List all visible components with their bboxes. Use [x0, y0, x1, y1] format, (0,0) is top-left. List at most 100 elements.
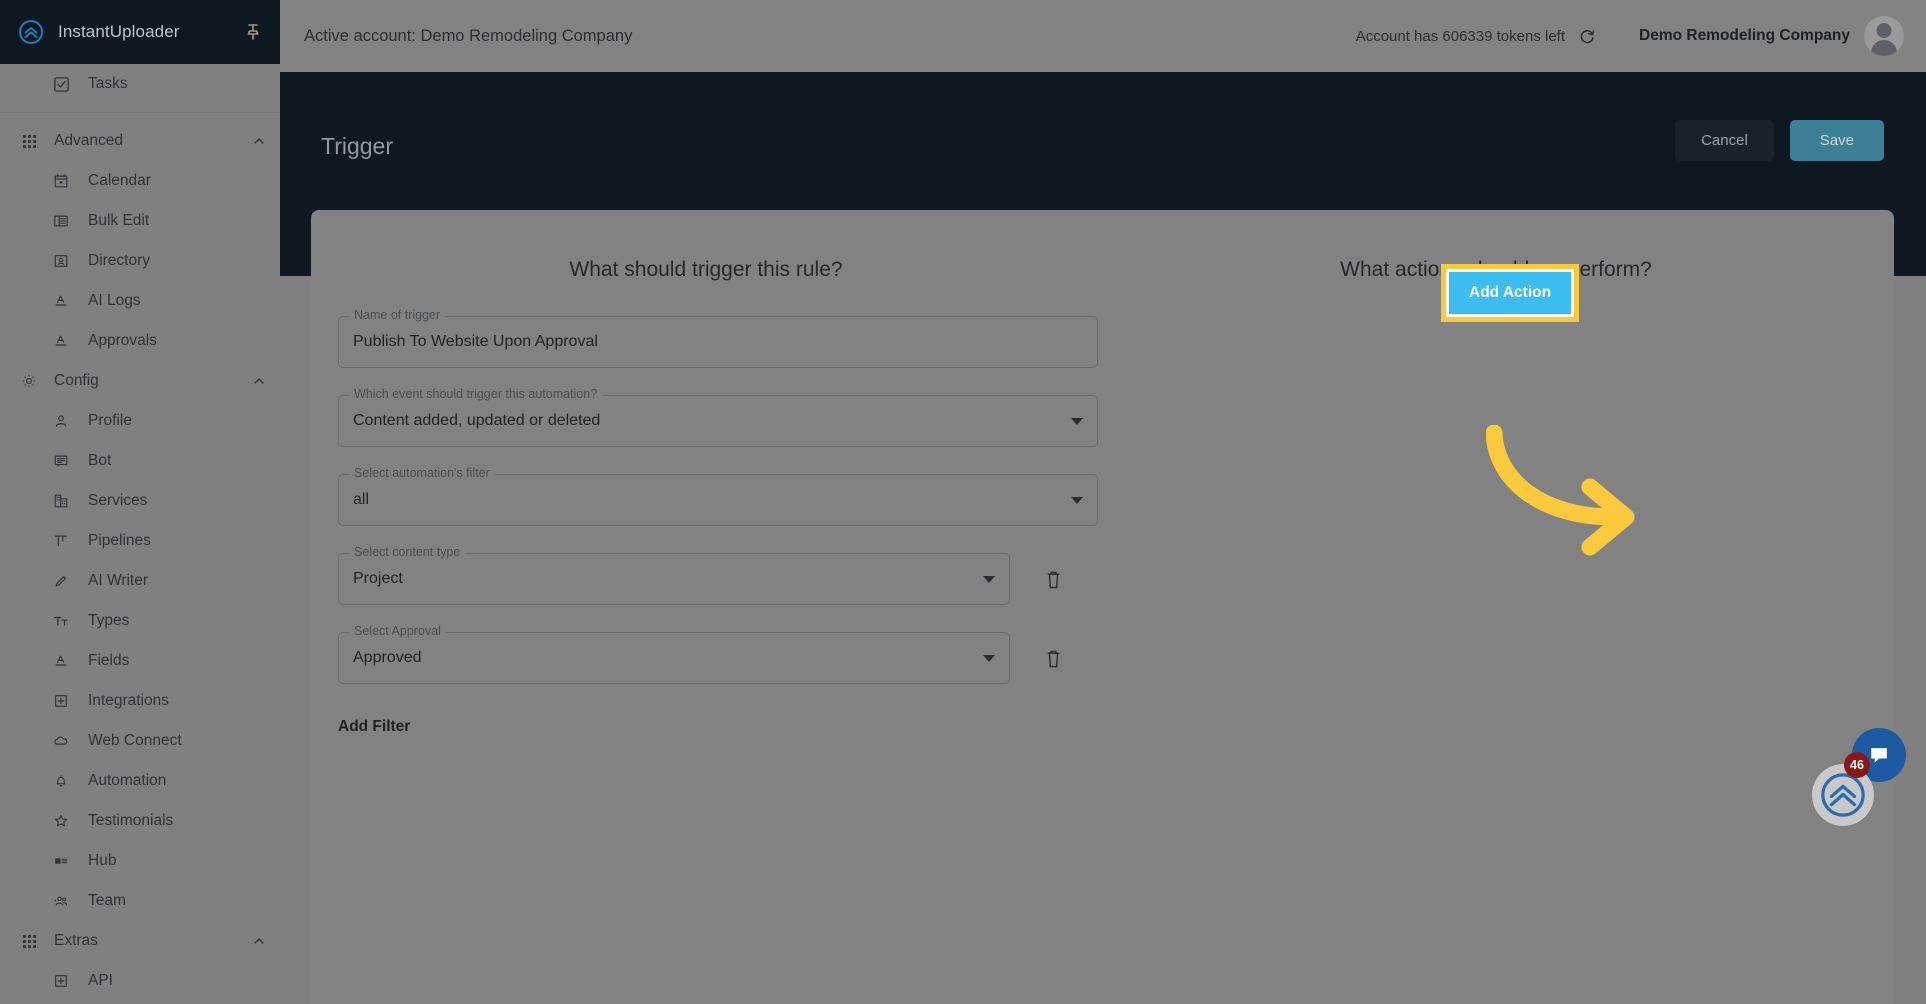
chevron-down-icon: [1071, 496, 1083, 504]
text-input[interactable]: Publish To Website Upon Approval: [338, 316, 1098, 368]
sidebar-brand[interactable]: InstantUploader: [0, 0, 280, 64]
sidebar-item-label: Approvals: [88, 332, 157, 349]
sidebar-group-advanced[interactable]: Advanced: [0, 121, 280, 161]
page-title: Trigger: [321, 133, 393, 159]
refresh-icon[interactable]: [1577, 26, 1597, 46]
avatar-body: [1871, 40, 1897, 56]
save-button[interactable]: Save: [1789, 120, 1884, 161]
sidebar-item-label: Profile: [88, 412, 132, 429]
sidebar-divider: [0, 112, 280, 113]
sidebar-item-label: Fields: [88, 652, 130, 669]
sidebar-item-types[interactable]: Types: [0, 601, 280, 641]
trash-icon: [1047, 571, 1059, 588]
select-input[interactable]: Approved: [338, 632, 1010, 684]
gear-icon: [18, 370, 40, 392]
trigger-form: Name of trigger Publish To Website Upon …: [338, 308, 1098, 736]
pin-icon[interactable]: [244, 23, 262, 41]
avatar-head: [1876, 23, 1892, 38]
sidebar-item-integrations[interactable]: Integrations: [0, 681, 280, 721]
sidebar-item-label: Services: [88, 492, 148, 509]
person-icon: [50, 410, 72, 432]
sidebar-group-label: Extras: [54, 932, 98, 949]
table-list-icon: [50, 210, 72, 232]
sidebar-item-team[interactable]: Team: [0, 881, 280, 921]
filter-row-approval: Select Approval Approved: [338, 624, 1098, 684]
sidebar: InstantUploader Tasks Advanced Calendar …: [0, 0, 280, 1004]
plus-square-icon: [50, 690, 72, 712]
delete-filter-button[interactable]: [1040, 565, 1066, 593]
star-icon: [50, 810, 72, 832]
sidebar-item-tasks[interactable]: Tasks: [0, 64, 280, 104]
tokens-indicator: Account has 606339 tokens left: [1356, 26, 1597, 46]
field-legend: Which event should trigger this automati…: [349, 387, 603, 402]
sidebar-item-ai-writer[interactable]: AI Writer: [0, 561, 280, 601]
media-list-icon: [50, 850, 72, 872]
sidebar-item-testimonials[interactable]: Testimonials: [0, 801, 280, 841]
delete-filter-button[interactable]: [1040, 644, 1066, 672]
row-spacer: [338, 684, 1098, 712]
sidebar-group-extras[interactable]: Extras: [0, 921, 280, 961]
sidebar-item-label: Testimonials: [88, 812, 174, 829]
sidebar-item-approvals[interactable]: Approvals: [0, 321, 280, 361]
field-legend: Select content type: [349, 545, 466, 560]
notification-badge: 46: [1844, 752, 1870, 778]
sidebar-item-label: Web Connect: [88, 732, 182, 749]
chevron-down-icon: [983, 654, 995, 662]
add-action-button[interactable]: Add Action: [1449, 272, 1572, 314]
sidebar-item-label: Calendar: [88, 172, 151, 189]
sidebar-item-label: AI Writer: [88, 572, 148, 589]
avatar[interactable]: [1864, 16, 1904, 56]
sidebar-item-web-connect[interactable]: Web Connect: [0, 721, 280, 761]
grid-icon: [18, 130, 40, 152]
sidebar-item-pipelines[interactable]: Pipelines: [0, 521, 280, 561]
sidebar-item-hub[interactable]: Hub: [0, 841, 280, 881]
sidebar-group-config[interactable]: Config: [0, 361, 280, 401]
add-filter-button[interactable]: Add Filter: [338, 718, 410, 736]
sidebar-item-automation[interactable]: Automation: [0, 761, 280, 801]
select-input[interactable]: Project: [338, 553, 1010, 605]
double-chevron-up-circle-icon: [18, 19, 44, 45]
field-which-event[interactable]: Which event should trigger this automati…: [338, 387, 1098, 447]
sidebar-item-calendar[interactable]: Calendar: [0, 161, 280, 201]
top-bar: Active account: Demo Remodeling Company …: [280, 0, 1926, 72]
app-root: InstantUploader Tasks Advanced Calendar …: [0, 0, 1926, 1004]
row-spacer: [338, 605, 1098, 632]
grid-icon: [18, 930, 40, 952]
field-legend: Select automation's filter: [349, 466, 495, 481]
field-value: all: [353, 491, 370, 508]
checkbox-icon: [50, 73, 72, 95]
bell-icon: [50, 770, 72, 792]
sidebar-item-services[interactable]: Services: [0, 481, 280, 521]
sidebar-item-profile[interactable]: Profile: [0, 401, 280, 441]
account-name-label[interactable]: Demo Remodeling Company: [1639, 27, 1850, 45]
pencil-icon: [50, 570, 72, 592]
cancel-button[interactable]: Cancel: [1675, 120, 1774, 161]
select-input[interactable]: all: [338, 474, 1098, 526]
cloud-icon: [50, 730, 72, 752]
sidebar-item-bulk-edit[interactable]: Bulk Edit: [0, 201, 280, 241]
people-icon: [50, 890, 72, 912]
select-input[interactable]: Content added, updated or deleted: [338, 395, 1098, 447]
field-select-content-type[interactable]: Select content type Project: [338, 545, 1010, 605]
field-value: Publish To Website Upon Approval: [353, 333, 598, 350]
sidebar-nav: Tasks Advanced Calendar Bulk Edit Direct…: [0, 64, 280, 1004]
sidebar-item-label: Bot: [88, 452, 112, 469]
contact-card-icon: [50, 250, 72, 272]
field-automations-filter[interactable]: Select automation's filter all: [338, 466, 1098, 526]
sidebar-item-bot[interactable]: Bot: [0, 441, 280, 481]
field-name-of-trigger[interactable]: Name of trigger Publish To Website Upon …: [338, 308, 1098, 368]
sidebar-item-ai-logs[interactable]: AI Logs: [0, 281, 280, 321]
add-action-highlight-box: Add Action: [1441, 264, 1580, 322]
sidebar-item-directory[interactable]: Directory: [0, 241, 280, 281]
sidebar-item-api[interactable]: API: [0, 961, 280, 1001]
filter-row-content-type: Select content type Project: [338, 545, 1098, 605]
content-card: What should trigger this rule? What acti…: [311, 210, 1894, 1004]
sidebar-item-label: Team: [88, 892, 126, 909]
field-value: Approved: [353, 649, 422, 666]
plus-square-icon: [50, 970, 72, 992]
field-select-approval[interactable]: Select Approval Approved: [338, 624, 1010, 684]
sidebar-item-label: Types: [88, 612, 130, 629]
panel-actions: Cancel Save: [1675, 120, 1884, 161]
sidebar-item-fields[interactable]: Fields: [0, 641, 280, 681]
sidebar-item-label: Directory: [88, 252, 151, 269]
